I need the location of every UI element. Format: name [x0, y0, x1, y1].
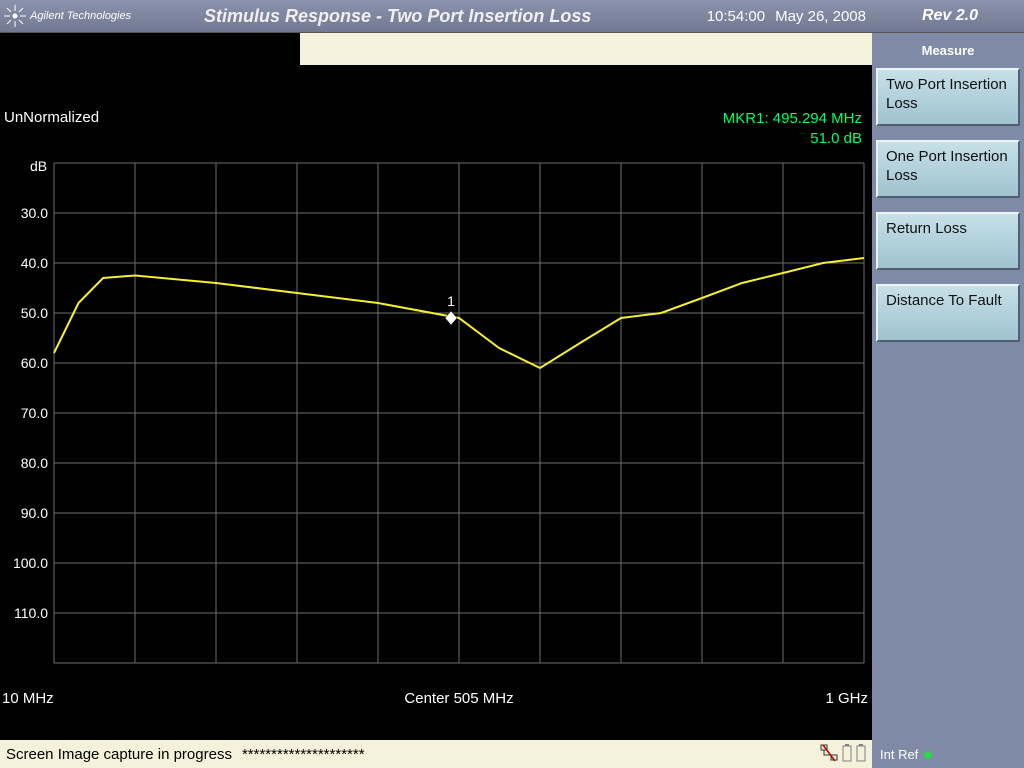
reference-status-icon [924, 751, 932, 759]
y-tick: 70.0 [21, 405, 48, 421]
y-tick: 50.0 [21, 305, 48, 321]
battery-icon-2 [856, 743, 866, 767]
brand-text: Agilent Technologies [30, 10, 131, 22]
status-progress-stars: ********************* [242, 746, 365, 763]
agilent-logo-icon [4, 5, 26, 27]
softkey-section-label: Measure [872, 33, 1024, 64]
y-tick: 100.0 [13, 555, 48, 571]
y-tick: 60.0 [21, 355, 48, 371]
x-start-label: 10 MHz [2, 690, 54, 707]
status-left: Screen Image capture in progress *******… [0, 740, 872, 768]
reference-label: Int Ref [880, 747, 918, 762]
marker-1-label: 1 [447, 293, 455, 309]
softkey-distance-to-fault[interactable]: Distance To Fault [876, 284, 1020, 342]
battery-icon [842, 743, 852, 767]
page-title: Stimulus Response - Two Port Insertion L… [194, 6, 697, 27]
y-tick: 110.0 [14, 605, 48, 621]
clock-time: 10:54:00 [697, 8, 775, 25]
plot-area: UnNormalized MKR1: 495.294 MHz 51.0 dB [0, 33, 872, 740]
title-bar: Agilent Technologies Stimulus Response -… [0, 0, 1024, 33]
status-bar: Screen Image capture in progress *******… [0, 740, 1024, 768]
network-icon [820, 743, 838, 767]
y-tick: 90.0 [21, 505, 48, 521]
brand-block: Agilent Technologies [0, 5, 194, 27]
y-tick: 30.0 [21, 205, 48, 221]
softkey-one-port-insertion-loss[interactable]: One Port Insertion Loss [876, 140, 1020, 198]
x-end-label: 1 GHz [825, 690, 868, 707]
softkey-return-loss[interactable]: Return Loss [876, 212, 1020, 270]
softkey-panel: Measure Two Port Insertion Loss One Port… [872, 33, 1024, 740]
chart-canvas[interactable]: dB 30.0 40.0 50.0 60.0 70.0 80.0 90.0 10… [0, 103, 872, 711]
firmware-rev: Rev 2.0 [876, 7, 1024, 25]
status-message: Screen Image capture in progress [6, 746, 232, 763]
status-right: Int Ref [872, 740, 1024, 768]
x-center-label: Center 505 MHz [404, 690, 513, 707]
softkey-two-port-insertion-loss[interactable]: Two Port Insertion Loss [876, 68, 1020, 126]
y-tick: 80.0 [21, 455, 48, 471]
y-unit-label: dB [30, 158, 47, 174]
clock-date: May 26, 2008 [775, 8, 876, 25]
active-tab[interactable] [0, 33, 300, 65]
y-tick: 40.0 [21, 255, 48, 271]
